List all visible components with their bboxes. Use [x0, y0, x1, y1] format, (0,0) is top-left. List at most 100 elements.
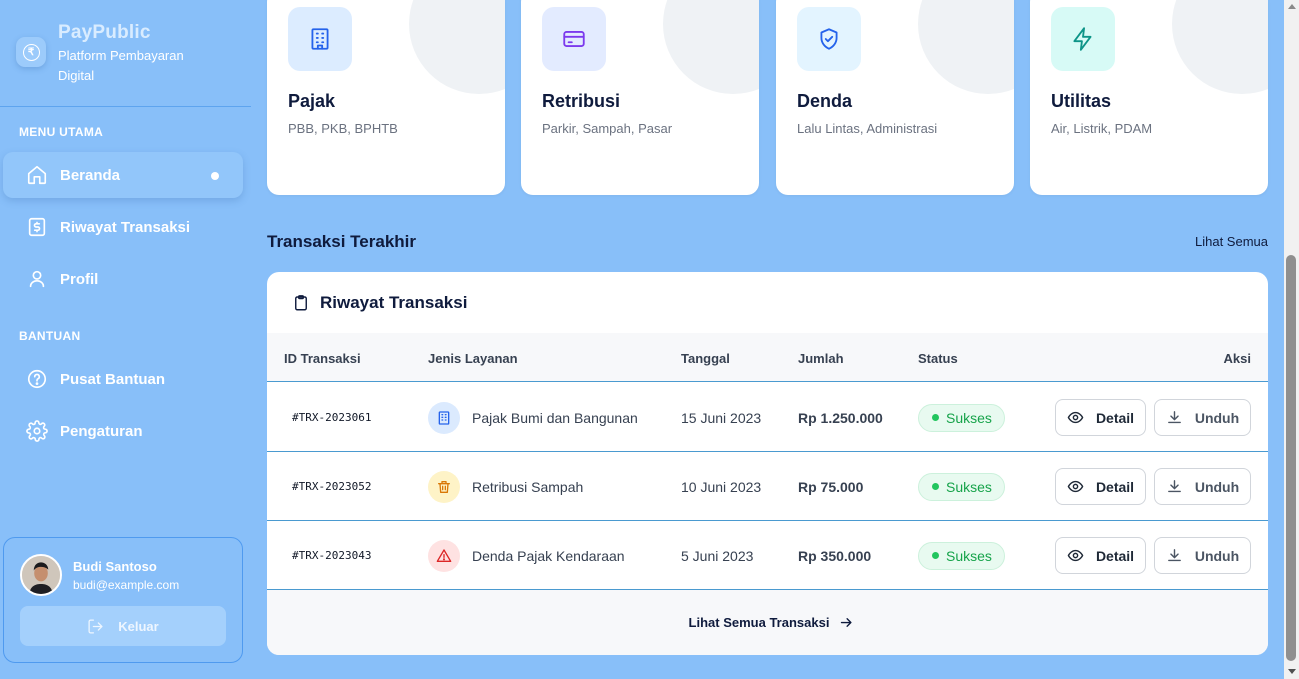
brand-subtitle: Platform Pembayaran Digital: [58, 48, 184, 83]
section-title: Transaksi Terakhir: [267, 232, 416, 251]
transaction-amount: Rp 75.000: [798, 478, 864, 495]
column-header-status: Status: [918, 351, 958, 366]
transaction-id: #TRX-2023052: [292, 480, 372, 493]
download-label: Unduh: [1194, 478, 1240, 495]
category-description: Lalu Lintas, Administrasi: [797, 121, 938, 136]
help-circle-icon: [27, 369, 47, 389]
lightning-icon: [1073, 27, 1092, 51]
category-card-utilitas[interactable]: Utilitas Air, Listrik, PDAM: [1030, 0, 1268, 195]
download-icon: [1167, 480, 1181, 493]
service-name: Pajak Bumi dan Bangunan: [472, 409, 638, 426]
vertical-scrollbar[interactable]: [1284, 0, 1299, 679]
status-dot: [932, 414, 939, 421]
service-name: Retribusi Sampah: [472, 478, 584, 495]
column-header-service: Jenis Layanan: [428, 351, 518, 366]
download-button[interactable]: Unduh: [1154, 399, 1251, 436]
transaction-date: 5 Juni 2023: [681, 547, 754, 564]
category-description: Air, Listrik, PDAM: [1051, 121, 1153, 136]
clipboard-icon: [295, 294, 307, 310]
decorative-circle: [918, 0, 1014, 94]
category-description: PBB, PKB, BPHTB: [288, 121, 398, 136]
shield-check-icon: [820, 28, 838, 50]
user-icon: [29, 270, 45, 288]
user-name: Budi Santoso: [73, 559, 157, 574]
building-icon: [311, 28, 329, 50]
category-title: Utilitas: [1051, 91, 1112, 111]
category-card-denda[interactable]: Denda Lalu Lintas, Administrasi: [776, 0, 1014, 195]
scroll-up-arrow-icon[interactable]: [1288, 4, 1296, 9]
service-cell: Denda Pajak Kendaraan: [428, 521, 625, 590]
sidebar-item-label: Pengaturan: [60, 422, 143, 440]
download-icon: [1167, 549, 1181, 562]
column-header-id: ID Transaksi: [284, 351, 361, 366]
table-footer: Lihat Semua Transaksi: [267, 590, 1268, 655]
detail-button[interactable]: Detail: [1055, 537, 1146, 574]
arrow-right-icon: [841, 618, 853, 627]
detail-button[interactable]: Detail: [1055, 399, 1146, 436]
status-badge: Sukses: [918, 403, 1005, 432]
avatar[interactable]: [20, 554, 62, 596]
sidebar-item-beranda[interactable]: Beranda: [3, 152, 243, 198]
sidebar-item-pusat-bantuan[interactable]: Pusat Bantuan: [3, 356, 243, 402]
table-title: Riwayat Transaksi: [320, 292, 468, 312]
category-title: Retribusi: [542, 91, 621, 111]
receipt-icon: [28, 217, 46, 237]
see-all-link[interactable]: Lihat Semua: [1195, 234, 1268, 249]
status-label: Sukses: [946, 409, 992, 426]
service-cell: Pajak Bumi dan Bangunan: [428, 383, 638, 452]
sidebar-item-label: Pusat Bantuan: [60, 370, 166, 388]
logout-button[interactable]: Keluar: [20, 606, 226, 646]
download-button[interactable]: Unduh: [1154, 468, 1251, 505]
service-icon-badge: [428, 401, 460, 434]
category-card-pajak[interactable]: Pajak PBB, PKB, BPHTB: [267, 0, 505, 195]
trash-icon: [438, 480, 450, 493]
decorative-circle: [663, 0, 759, 94]
column-header-amount: Jumlah: [798, 351, 844, 366]
status-dot: [932, 483, 939, 490]
category-card-retribusi[interactable]: Retribusi Parkir, Sampah, Pasar: [521, 0, 759, 195]
building-icon: [438, 410, 450, 425]
table-header-bar: Riwayat Transaksi: [267, 272, 1268, 333]
status-dot: [932, 552, 939, 559]
download-label: Unduh: [1194, 547, 1240, 564]
category-icon-badge: [1051, 7, 1115, 71]
sidebar-item-profil[interactable]: Profil: [3, 256, 243, 302]
section-label-help: BANTUAN: [19, 329, 81, 343]
sidebar-item-pengaturan[interactable]: Pengaturan: [3, 408, 243, 454]
download-button[interactable]: Unduh: [1154, 537, 1251, 574]
category-title: Pajak: [288, 91, 336, 111]
table-column-headers: ID Transaksi Jenis Layanan Tanggal Jumla…: [267, 333, 1268, 382]
table-row: #TRX-2023052 Retribusi Sampah 10 Juni 20…: [267, 452, 1268, 521]
column-header-actions: Aksi: [1223, 351, 1251, 366]
status-cell: Sukses: [918, 452, 1005, 521]
status-badge: Sukses: [918, 472, 1005, 501]
rupee-icon: ₹: [22, 43, 40, 61]
see-all-transactions-link[interactable]: Lihat Semua Transaksi: [689, 615, 855, 630]
service-cell: Retribusi Sampah: [428, 452, 583, 521]
home-icon: [27, 165, 47, 185]
category-icon-badge: [542, 7, 606, 71]
brand[interactable]: ₹ PayPublic Platform Pembayaran Digital: [16, 22, 208, 86]
detail-label: Detail: [1095, 547, 1135, 564]
category-icon-badge: [288, 7, 352, 71]
scrollbar-thumb[interactable]: [1286, 255, 1296, 661]
see-all-transactions-label: Lihat Semua Transaksi: [688, 615, 830, 630]
status-label: Sukses: [946, 547, 992, 564]
transaction-table-card: Riwayat Transaksi ID Transaksi Jenis Lay…: [267, 272, 1268, 655]
eye-icon: [1067, 549, 1084, 562]
detail-label: Detail: [1095, 478, 1135, 495]
transaction-date: 15 Juni 2023: [681, 409, 762, 426]
detail-label: Detail: [1095, 409, 1135, 426]
scroll-down-arrow-icon[interactable]: [1288, 669, 1296, 674]
active-indicator: [211, 172, 219, 180]
transaction-amount: Rp 1.250.000: [798, 409, 883, 426]
eye-icon: [1067, 411, 1084, 424]
sidebar-item-riwayat-transaksi[interactable]: Riwayat Transaksi: [3, 204, 243, 250]
download-icon: [1167, 411, 1181, 424]
decorative-circle: [1172, 0, 1268, 94]
transaction-amount: Rp 350.000: [798, 547, 872, 564]
section-label-main: MENU UTAMA: [19, 125, 104, 139]
service-icon-badge: [428, 539, 460, 572]
detail-button[interactable]: Detail: [1055, 468, 1146, 505]
sidebar-item-label: Riwayat Transaksi: [60, 218, 191, 236]
